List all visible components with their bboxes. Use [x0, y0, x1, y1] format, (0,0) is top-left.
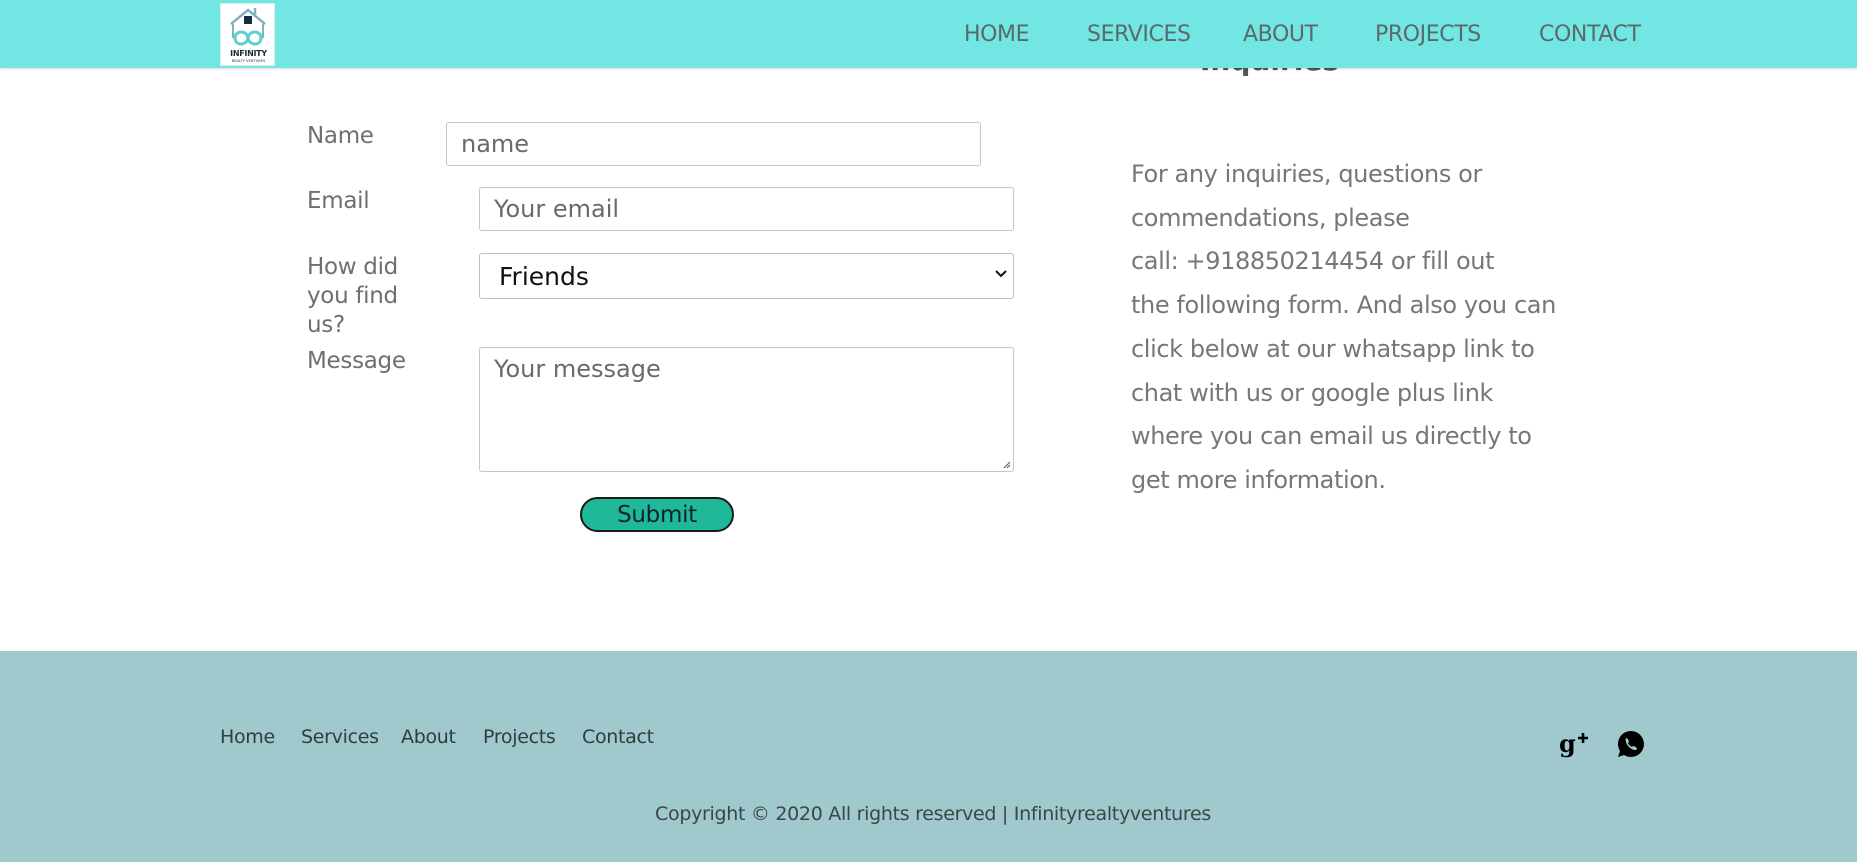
site-header: INFINITY REALTY VENTURES HOME SERVICES A… — [0, 0, 1857, 68]
info-line: get more information. — [1131, 465, 1386, 494]
nav-home[interactable]: HOME — [964, 22, 1030, 47]
source-select[interactable]: Friends — [479, 253, 1014, 299]
nav-contact[interactable]: CONTACT — [1539, 22, 1641, 47]
svg-text:g: g — [1559, 729, 1576, 758]
email-label: Email — [307, 188, 370, 214]
message-textarea[interactable]: Your message — [479, 347, 1014, 472]
inquiry-info-text: For any inquiries, questions or commenda… — [1131, 153, 1556, 503]
info-line: where you can email us directly to — [1131, 422, 1532, 451]
resize-handle-icon[interactable] — [1001, 459, 1011, 469]
whatsapp-icon[interactable] — [1615, 728, 1647, 760]
chevron-down-icon — [995, 267, 1007, 283]
footer-link-contact[interactable]: Contact — [582, 726, 654, 748]
info-line: chat with us or google plus link — [1131, 378, 1494, 407]
source-selected-value: Friends — [499, 261, 589, 291]
source-label-line: How did — [307, 254, 398, 280]
message-placeholder: Your message — [494, 355, 661, 383]
info-line: For any inquiries, questions or — [1131, 160, 1482, 188]
email-input[interactable]: Your email — [479, 187, 1014, 231]
footer-link-projects[interactable]: Projects — [483, 726, 556, 748]
logo-tagline: REALTY VENTURES — [231, 59, 266, 63]
name-label: Name — [307, 123, 374, 149]
info-line: commendations, please — [1131, 203, 1410, 232]
source-label: How did you find us? — [307, 253, 398, 340]
google-plus-icon[interactable]: g — [1558, 728, 1590, 760]
email-placeholder: Your email — [494, 195, 620, 223]
name-input[interactable]: name — [446, 122, 981, 166]
copyright-text: Copyright © 2020 All rights reserved | I… — [655, 803, 1211, 825]
nav-services[interactable]: SERVICES — [1087, 22, 1191, 47]
source-label-line: us? — [307, 312, 345, 338]
nav-projects[interactable]: PROJECTS — [1375, 22, 1481, 47]
site-logo[interactable]: INFINITY REALTY VENTURES — [220, 3, 275, 66]
info-line: call: +918850214454 or fill out — [1131, 247, 1495, 276]
message-label: Message — [307, 348, 406, 374]
name-placeholder: name — [461, 130, 530, 158]
logo-wordmark: INFINITY — [230, 49, 267, 58]
footer-link-home[interactable]: Home — [220, 726, 275, 748]
footer-link-about[interactable]: About — [401, 726, 456, 748]
info-line: the following form. And also you can — [1131, 291, 1556, 320]
nav-about[interactable]: ABOUT — [1243, 22, 1318, 47]
footer-link-services[interactable]: Services — [301, 726, 379, 748]
info-line: click below at our whatsapp link to — [1131, 334, 1535, 363]
source-label-line: you find — [307, 283, 398, 309]
submit-button[interactable]: Submit — [580, 497, 734, 532]
